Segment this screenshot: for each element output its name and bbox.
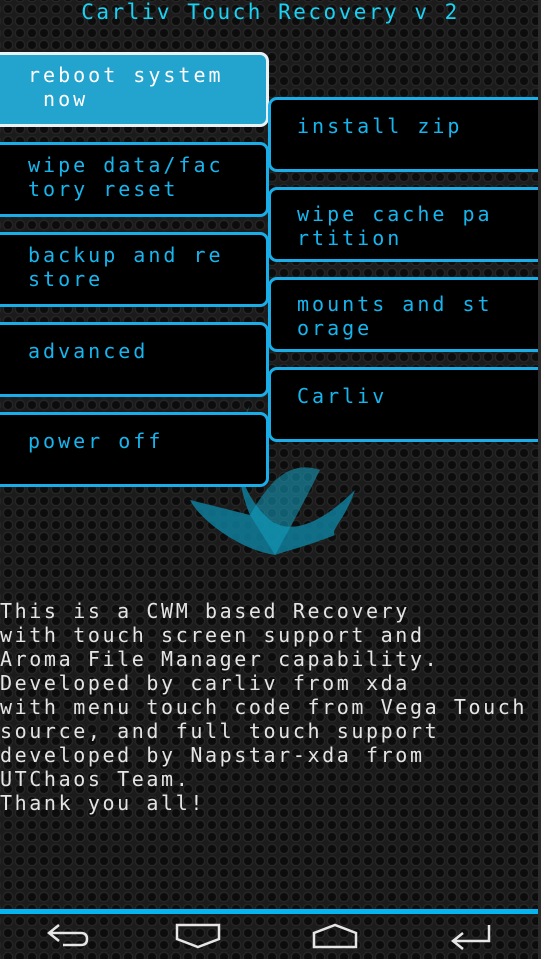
wipe-data-factory-reset-button[interactable]: wipe data/fac tory reset: [0, 142, 269, 217]
down-button[interactable]: [168, 918, 228, 954]
navbar-divider: [0, 909, 541, 914]
carliv-button[interactable]: Carliv: [268, 367, 541, 442]
mounts-and-storage-button[interactable]: mounts and st orage: [268, 277, 541, 352]
reboot-system-now-button[interactable]: reboot system now: [0, 52, 269, 127]
up-home-icon: [312, 923, 358, 949]
home-button[interactable]: [305, 918, 365, 954]
enter-icon: [450, 925, 491, 950]
install-zip-button[interactable]: install zip: [268, 97, 541, 172]
back-button[interactable]: [38, 918, 98, 954]
enter-button[interactable]: [440, 918, 500, 954]
app-title: Carliv Touch Recovery v 2: [81, 0, 460, 24]
info-text: This is a CWM based Recovery with touch …: [0, 599, 528, 815]
backup-and-restore-button[interactable]: backup and re store: [0, 232, 269, 307]
power-off-button[interactable]: power off: [0, 412, 269, 487]
advanced-button[interactable]: advanced: [0, 322, 269, 397]
down-icon: [175, 923, 221, 949]
wipe-cache-partition-button[interactable]: wipe cache pa rtition: [268, 187, 541, 262]
back-icon: [46, 924, 89, 947]
